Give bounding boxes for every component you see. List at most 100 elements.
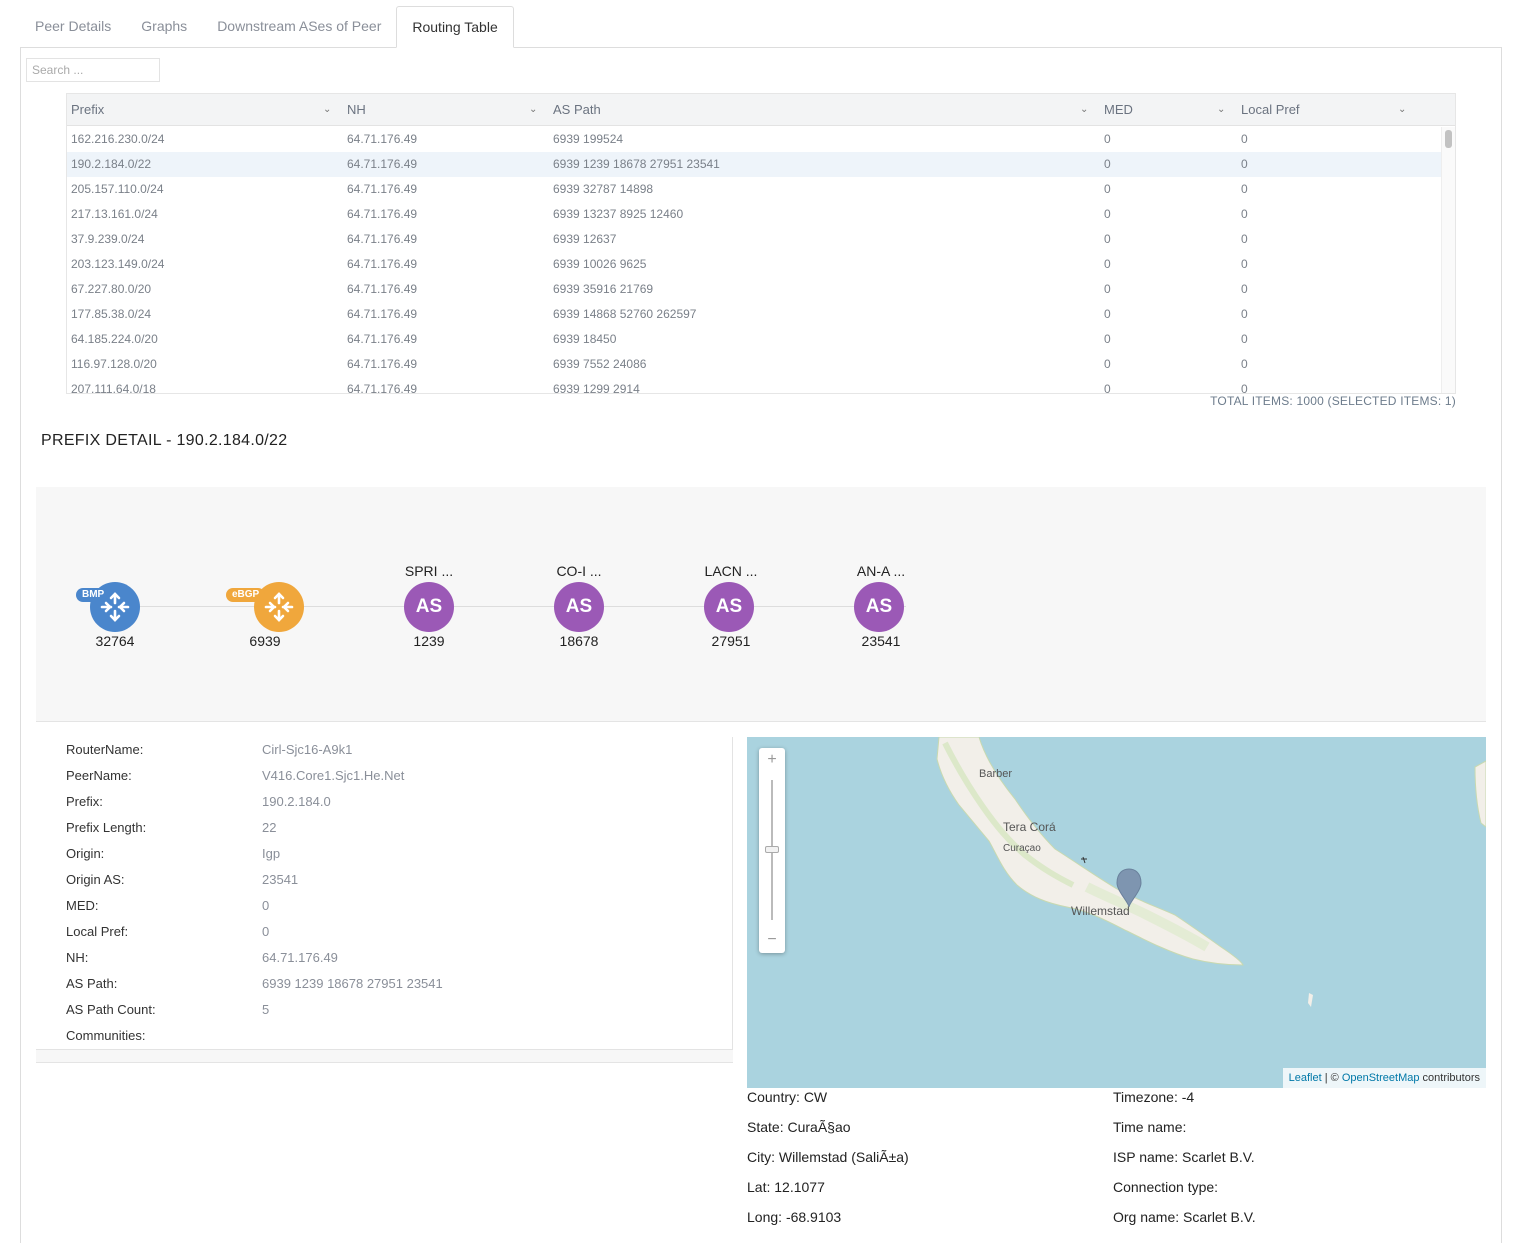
cell-med: 0 xyxy=(1104,182,1111,196)
as-node-name: SPRI ... xyxy=(404,563,454,579)
osm-link[interactable]: OpenStreetMap xyxy=(1342,1072,1420,1084)
column-header-prefix[interactable]: Prefix ⌄ xyxy=(67,94,343,126)
geo-field: Timezone: -4 xyxy=(1113,1087,1194,1117)
cell-med: 0 xyxy=(1104,307,1111,321)
as-path-diagram: BMP 32764 eBGP 6939 SPRI ... AS 1239 CO-… xyxy=(36,487,1486,722)
info-row: Communities: xyxy=(36,1023,732,1049)
table-row[interactable]: 190.2.184.0/22 64.71.176.49 6939 1239 1867… xyxy=(67,152,1442,177)
column-header-nh[interactable]: NH ⌄ xyxy=(343,94,549,126)
table-row[interactable]: 116.97.128.0/20 64.71.176.49 6939 7552 240… xyxy=(67,352,1442,377)
cell-med: 0 xyxy=(1104,282,1111,296)
zoom-slider-handle[interactable] xyxy=(765,846,779,853)
column-header-as-path[interactable]: AS Path ⌄ xyxy=(549,94,1100,126)
info-value: 0 xyxy=(262,898,270,913)
zoom-out-button[interactable]: − xyxy=(759,928,785,952)
cell-nh: 64.71.176.49 xyxy=(347,257,418,271)
cell-local-pref: 0 xyxy=(1241,157,1248,171)
table-row[interactable]: 37.9.239.0/24 64.71.176.49 6939 12637 0 0 xyxy=(67,227,1442,252)
info-value: 23541 xyxy=(262,872,299,887)
geo-value: Willemstad (SaliÃ±a) xyxy=(778,1149,909,1165)
cell-med: 0 xyxy=(1104,207,1111,221)
cell-local-pref: 0 xyxy=(1241,232,1248,246)
cell-nh: 64.71.176.49 xyxy=(347,382,418,394)
geo-map[interactable]: Barber Tera Corá Curaçao Willemstad + − … xyxy=(747,737,1486,1088)
as-node-18678[interactable]: AS xyxy=(554,582,604,632)
table-row[interactable]: 207.111.64.0/18 64.71.176.49 6939 1299 291… xyxy=(67,377,1442,394)
info-value: 6939 1239 18678 27951 23541 xyxy=(262,976,443,991)
as-node-27951[interactable]: AS xyxy=(704,582,754,632)
geo-label: Org name: xyxy=(1113,1209,1180,1225)
geo-label: State: xyxy=(747,1119,784,1135)
geo-label: Time name: xyxy=(1113,1119,1187,1135)
info-footer xyxy=(36,1050,733,1063)
tab-graphs[interactable]: Graphs xyxy=(126,6,202,48)
as-node-23541[interactable]: AS xyxy=(854,582,904,632)
leaflet-link[interactable]: Leaflet xyxy=(1289,1072,1322,1084)
cell-as-path: 6939 7552 24086 xyxy=(553,357,647,371)
as-node-1239[interactable]: AS xyxy=(404,582,454,632)
geo-field: ISP name: Scarlet B.V. xyxy=(1113,1147,1255,1177)
table-row[interactable]: 205.157.110.0/24 64.71.176.49 6939 32787 1… xyxy=(67,177,1442,202)
node-asn: 1239 xyxy=(413,633,445,649)
map-label-barber: Barber xyxy=(979,768,1013,780)
info-label: PeerName: xyxy=(66,768,132,783)
table-row[interactable]: 177.85.38.0/24 64.71.176.49 6939 14868 527… xyxy=(67,302,1442,327)
routing-table: Prefix ⌄ NH ⌄ AS Path ⌄ MED ⌄ Local Pref ⌄ 16… xyxy=(66,93,1456,394)
info-label: AS Path Count: xyxy=(66,1002,156,1017)
chevron-down-icon[interactable]: ⌄ xyxy=(1080,94,1088,126)
table-scrollbar[interactable] xyxy=(1441,127,1455,393)
cell-nh: 64.71.176.49 xyxy=(347,357,418,371)
cell-med: 0 xyxy=(1104,257,1111,271)
tab-downstream-ases[interactable]: Downstream ASes of Peer xyxy=(202,6,396,48)
path-connector xyxy=(116,606,906,607)
chevron-down-icon[interactable]: ⌄ xyxy=(1398,94,1406,126)
attribution-separator: | © xyxy=(1321,1072,1342,1084)
cell-nh: 64.71.176.49 xyxy=(347,282,418,296)
as-node-name: AN-A ... xyxy=(856,563,906,579)
cell-prefix: 203.123.149.0/24 xyxy=(71,257,165,271)
table-row[interactable]: 217.13.161.0/24 64.71.176.49 6939 13237 89… xyxy=(67,202,1442,227)
geo-field: Time name: xyxy=(1113,1117,1186,1147)
table-row[interactable]: 203.123.149.0/24 64.71.176.49 6939 10026 9… xyxy=(67,252,1442,277)
info-row: MED: 0 xyxy=(36,893,732,919)
table-row[interactable]: 67.227.80.0/20 64.71.176.49 6939 35916 217… xyxy=(67,277,1442,302)
column-header-med[interactable]: MED ⌄ xyxy=(1100,94,1237,126)
chevron-down-icon[interactable]: ⌄ xyxy=(1217,94,1225,126)
tab-peer-details[interactable]: Peer Details xyxy=(20,6,126,48)
info-row: Origin AS: 23541 xyxy=(36,867,732,893)
scrollbar-thumb[interactable] xyxy=(1445,130,1452,148)
search-input[interactable] xyxy=(26,58,160,82)
geo-field: City: Willemstad (SaliÃ±a) xyxy=(747,1147,909,1177)
prefix-detail-title: PREFIX DETAIL - 190.2.184.0/22 xyxy=(41,432,288,449)
cell-prefix: 162.216.230.0/24 xyxy=(71,132,165,146)
cell-as-path: 6939 18450 xyxy=(553,332,617,346)
cell-as-path: 6939 12637 xyxy=(553,232,617,246)
info-value: Igp xyxy=(262,846,281,861)
geo-label: ISP name: xyxy=(1113,1149,1179,1165)
table-header: Prefix ⌄ NH ⌄ AS Path ⌄ MED ⌄ Local Pref ⌄ xyxy=(67,94,1455,126)
table-row[interactable]: 64.185.224.0/20 64.71.176.49 6939 18450 0 0 xyxy=(67,327,1442,352)
info-value: 0 xyxy=(262,924,270,939)
node-asn: 6939 xyxy=(249,633,281,649)
bmp-badge: BMP xyxy=(76,588,111,602)
zoom-in-button[interactable]: + xyxy=(759,748,785,772)
table-row[interactable]: 162.216.230.0/24 64.71.176.49 6939 199524 0… xyxy=(67,127,1442,152)
cell-nh: 64.71.176.49 xyxy=(347,182,418,196)
cell-prefix: 217.13.161.0/24 xyxy=(71,207,158,221)
info-row: AS Path: 6939 1239 18678 27951 23541 xyxy=(36,971,732,997)
cell-as-path: 6939 199524 xyxy=(553,132,624,146)
info-label: Origin AS: xyxy=(66,872,125,887)
info-label: Origin: xyxy=(66,846,105,861)
info-value: Cirl-Sjc16-A9k1 xyxy=(262,742,353,757)
chevron-down-icon[interactable]: ⌄ xyxy=(529,94,537,126)
router-icon xyxy=(264,592,294,622)
info-label: MED: xyxy=(66,898,99,913)
map-label-willemstad: Willemstad xyxy=(1071,904,1130,918)
info-row: PeerName: V416.Core1.Sjc1.He.Net xyxy=(36,763,732,789)
column-header-local-pref[interactable]: Local Pref ⌄ xyxy=(1237,94,1437,126)
chevron-down-icon[interactable]: ⌄ xyxy=(323,94,331,126)
cell-local-pref: 0 xyxy=(1241,307,1248,321)
tab-routing-table[interactable]: Routing Table xyxy=(396,6,514,48)
cell-prefix: 177.85.38.0/24 xyxy=(71,307,152,321)
cell-nh: 64.71.176.49 xyxy=(347,207,418,221)
